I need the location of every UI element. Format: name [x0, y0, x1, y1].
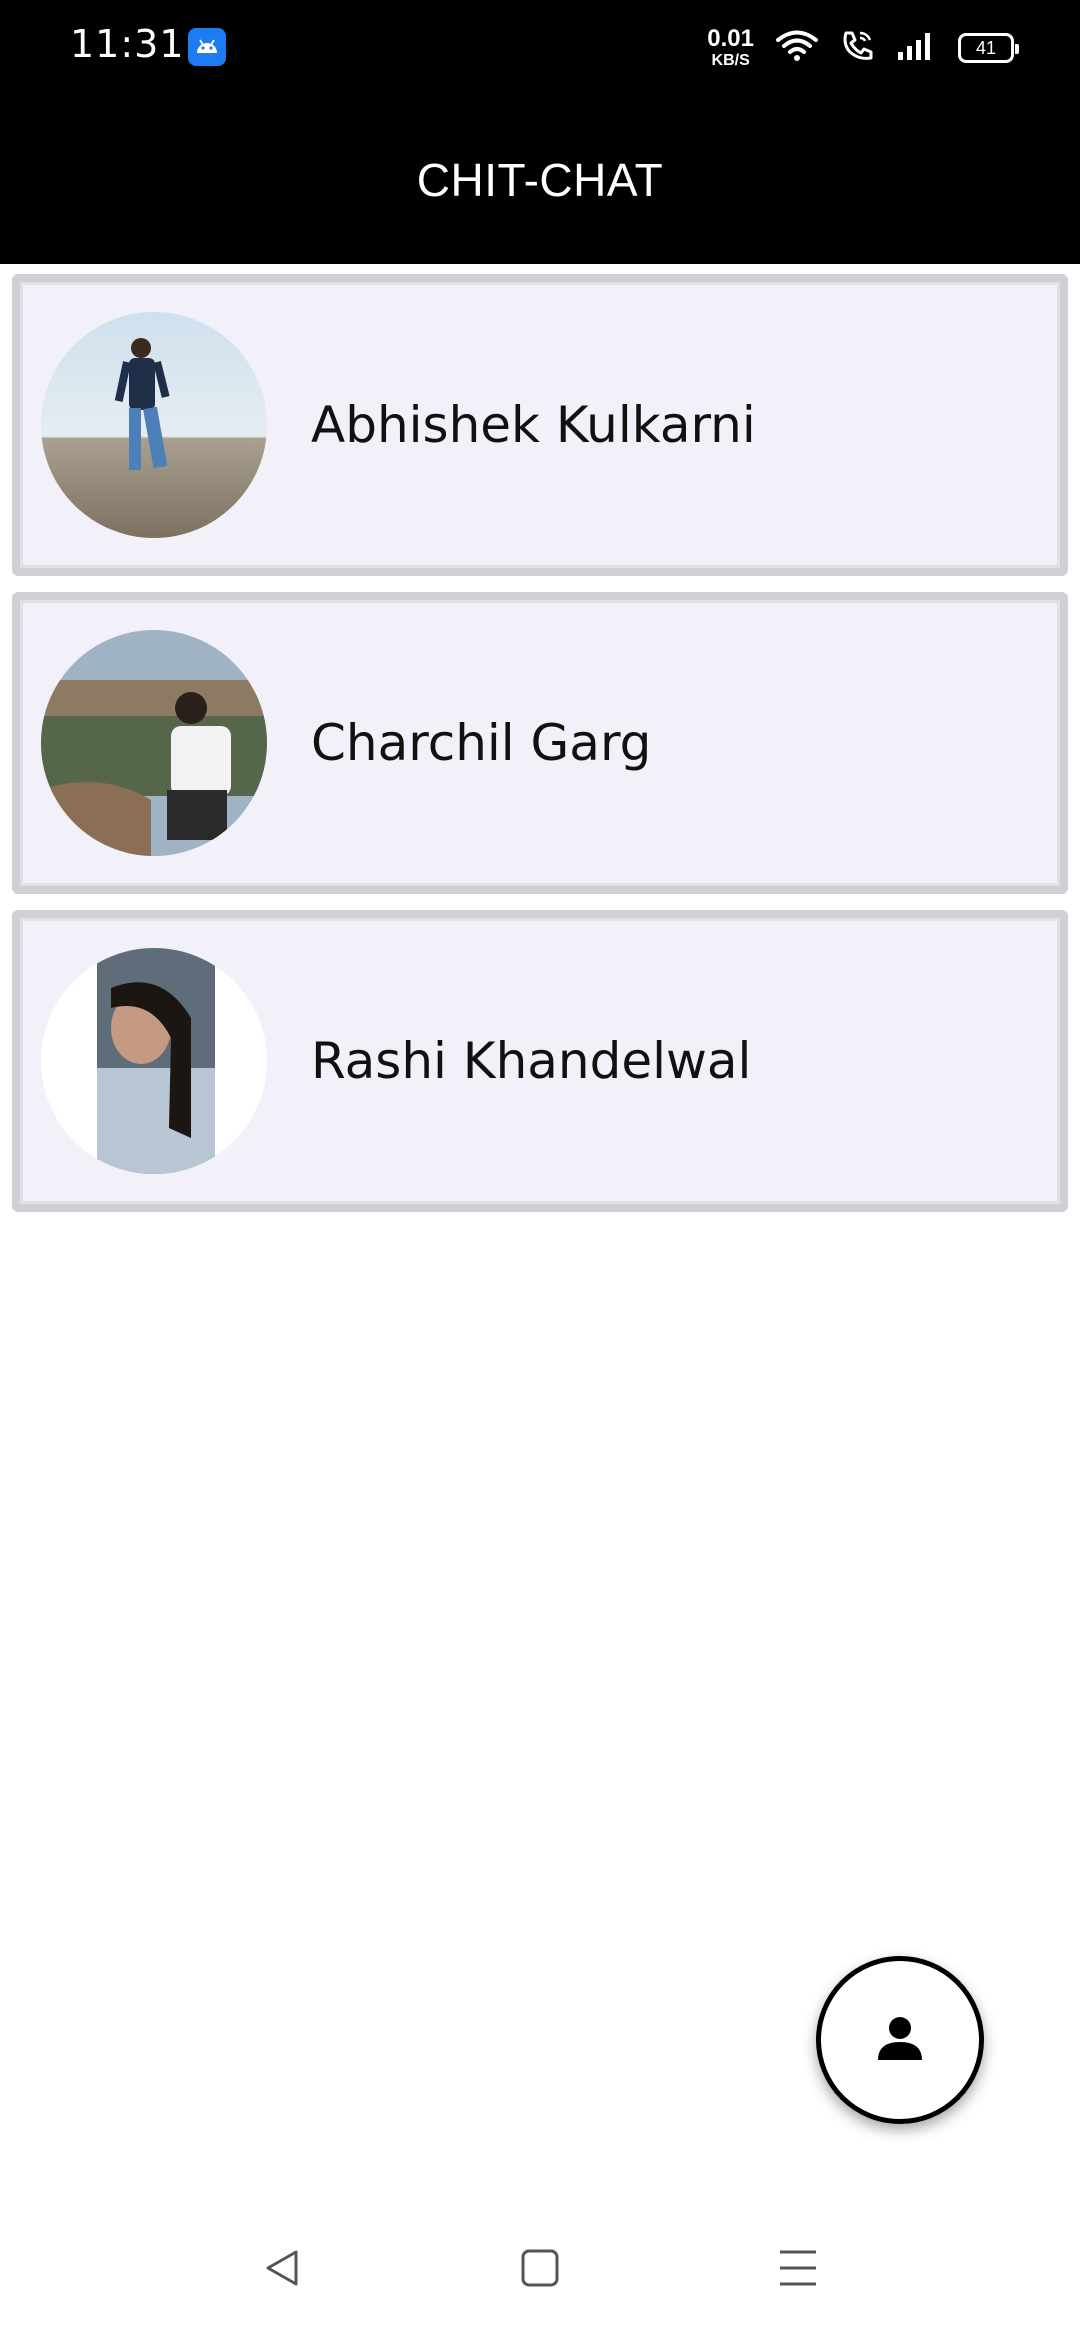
battery-level: 41 [975, 37, 997, 58]
contact-name: Rashi Khandelwal [311, 1032, 752, 1090]
app-title: CHIT-CHAT [416, 154, 664, 206]
chat-card[interactable]: Abhishek Kulkarni [20, 282, 1060, 568]
status-icons: 0.01 KB/S 41 [707, 22, 1019, 74]
back-button[interactable] [246, 2234, 318, 2306]
home-button[interactable] [504, 2234, 576, 2306]
chat-list-item[interactable]: Abhishek Kulkarni [12, 274, 1068, 576]
wifi-call-icon [840, 29, 874, 67]
contact-name: Charchil Garg [311, 714, 652, 772]
chat-list-item[interactable]: Rashi Khandelwal [12, 910, 1068, 1212]
status-bar: 11:31 0.01 KB/S 41 [0, 0, 1080, 96]
wifi-icon [776, 29, 818, 67]
battery-icon: 41 [958, 33, 1019, 63]
signal-icon [896, 30, 936, 66]
home-icon [518, 2246, 562, 2294]
net-speed-value: 0.01 [707, 25, 754, 52]
avatar[interactable] [41, 312, 267, 538]
status-time: 11:31 [70, 22, 185, 66]
avatar[interactable] [41, 630, 267, 856]
back-icon [260, 2246, 304, 2294]
net-speed: 0.01 KB/S [707, 27, 754, 69]
chat-list-item[interactable]: Charchil Garg [12, 592, 1068, 894]
contact-name: Abhishek Kulkarni [311, 396, 756, 454]
net-speed-unit: KB/S [711, 52, 750, 69]
chat-card[interactable]: Rashi Khandelwal [20, 918, 1060, 1204]
android-app-icon [188, 28, 226, 66]
avatar[interactable] [41, 948, 267, 1174]
new-contact-button[interactable] [816, 1956, 984, 2124]
recents-button[interactable] [762, 2234, 834, 2306]
navigation-bar [0, 2200, 1080, 2340]
menu-icon [776, 2246, 820, 2294]
person-icon [872, 2010, 928, 2070]
app-bar: CHIT-CHAT [0, 96, 1080, 264]
chat-card[interactable]: Charchil Garg [20, 600, 1060, 886]
